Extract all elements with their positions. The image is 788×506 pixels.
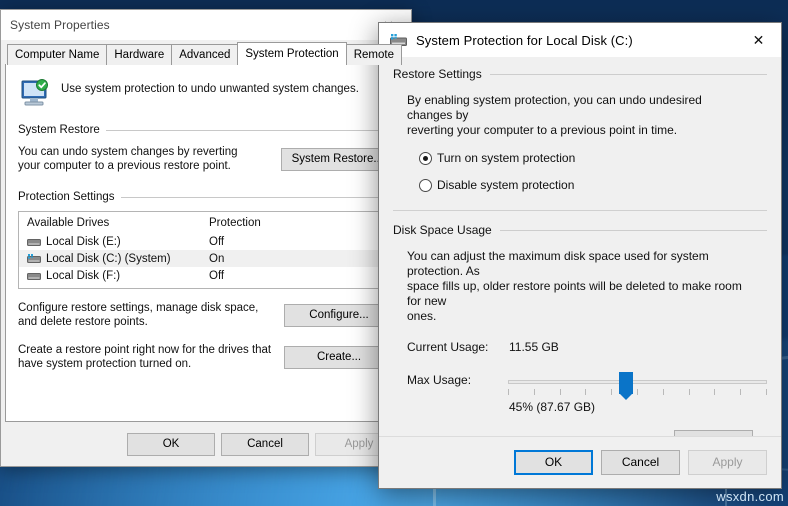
system-drive-icon [27, 253, 41, 264]
group-divider [120, 196, 394, 198]
radio-button-selected-icon[interactable] [419, 151, 432, 165]
disk-space-usage-group-header: Disk Space Usage [393, 223, 767, 237]
disk-space-usage-group-label: Disk Space Usage [393, 223, 492, 237]
tab-remote[interactable]: Remote [345, 44, 402, 65]
system-properties-footer: OK Cancel Apply [127, 433, 403, 456]
disk-space-usage-paragraph-line1: You can adjust the maximum disk space us… [407, 249, 709, 278]
max-usage-slider[interactable] [507, 372, 767, 400]
configure-description: Configure restore settings, manage disk … [18, 301, 258, 329]
ok-button[interactable]: OK [514, 450, 593, 475]
system-protection-dialog: System Protection for Local Disk (C:) ✕ … [378, 22, 782, 489]
available-drives-list[interactable]: Available Drives Protection Local Disk (… [18, 211, 394, 289]
system-restore-description: You can undo system changes by reverting… [18, 145, 238, 173]
create-row: Create a restore point right now for the… [18, 343, 394, 371]
column-header-drives: Available Drives [27, 217, 110, 229]
radio-label: Turn on system protection [437, 151, 576, 165]
drive-protection-value: Off [209, 269, 225, 282]
window-title: System Properties [10, 18, 110, 32]
group-divider [105, 129, 394, 131]
system-restore-button[interactable]: System Restore... [280, 147, 394, 171]
available-drives-header: Available Drives Protection [19, 215, 393, 233]
system-restore-group-header: System Restore [18, 124, 394, 136]
drive-protection-value: Off [209, 235, 225, 248]
drive-icon [27, 271, 41, 281]
group-divider [489, 73, 767, 75]
slider-ticks [507, 389, 767, 395]
system-protection-tab-pane: Use system protection to undo unwanted s… [5, 64, 407, 422]
protection-settings-group: Protection Settings [18, 191, 394, 203]
monitor-shield-icon [18, 78, 52, 110]
tabstrip: Computer Name Hardware Advanced System P… [1, 42, 411, 65]
protection-settings-group-label: Protection Settings [18, 191, 115, 203]
ok-button[interactable]: OK [127, 433, 215, 456]
protection-settings-group-header: Protection Settings [18, 191, 394, 203]
system-properties-window: System Properties ✕ Computer Name Hardwa… [0, 9, 412, 467]
drive-protection-value: On [209, 252, 225, 265]
tab-hardware[interactable]: Hardware [106, 44, 173, 65]
configure-description-line1: Configure restore settings, manage disk … [18, 302, 259, 314]
intro-block: Use system protection to undo unwanted s… [6, 64, 406, 110]
radio-turn-on-system-protection[interactable]: Turn on system protection [419, 151, 767, 165]
restore-settings-paragraph-line1: By enabling system protection, you can u… [407, 93, 702, 122]
restore-settings-group-label: Restore Settings [393, 67, 482, 81]
current-usage-value: 11.55 GB [509, 340, 559, 354]
system-restore-description-line2: your computer to a previous restore poin… [18, 160, 231, 172]
current-usage-row: Current Usage: 11.55 GB [407, 340, 767, 354]
column-header-protection: Protection [209, 217, 261, 229]
tab-system-protection[interactable]: System Protection [237, 42, 347, 65]
apply-button: Apply [688, 450, 767, 475]
drive-icon [27, 237, 41, 247]
restore-settings-paragraph-line2: reverting your computer to a previous po… [407, 123, 678, 137]
current-usage-label: Current Usage: [407, 340, 489, 354]
radio-disable-system-protection[interactable]: Disable system protection [419, 178, 767, 192]
system-properties-titlebar: System Properties ✕ [1, 10, 411, 40]
watermark: wsxdn.com [716, 489, 784, 504]
system-restore-description-line1: You can undo system changes by reverting [18, 146, 238, 158]
system-restore-group: System Restore [18, 124, 394, 136]
dialog-footer: OK Cancel Apply [379, 436, 781, 488]
disk-space-usage-paragraph-line2: space fills up, older restore points wil… [407, 279, 742, 308]
drive-label: Local Disk (E:) [46, 235, 121, 248]
dialog-title: System Protection for Local Disk (C:) [416, 32, 633, 48]
slider-track[interactable] [507, 380, 767, 384]
tab-advanced[interactable]: Advanced [171, 44, 239, 65]
dialog-titlebar: System Protection for Local Disk (C:) ✕ [379, 23, 781, 57]
restore-settings-group-header: Restore Settings [393, 67, 767, 81]
radio-label: Disable system protection [437, 178, 575, 192]
cancel-button[interactable]: Cancel [221, 433, 309, 456]
dialog-body: Restore Settings By enabling system prot… [379, 57, 781, 455]
max-usage-value: 45% (87.67 GB) [509, 400, 596, 414]
max-usage-row: Max Usage: [407, 372, 767, 400]
create-description-line1: Create a restore point right now for the… [18, 344, 272, 356]
cancel-button[interactable]: Cancel [601, 450, 680, 475]
disk-space-usage-paragraph: You can adjust the maximum disk space us… [407, 249, 747, 324]
drive-label: Local Disk (F:) [46, 269, 121, 282]
max-usage-label: Max Usage: [407, 373, 472, 387]
create-description-line2: have system protection turned on. [18, 358, 192, 370]
close-icon[interactable]: ✕ [736, 23, 781, 57]
disk-space-usage-paragraph-line3: ones. [407, 309, 437, 323]
system-restore-group-label: System Restore [18, 124, 100, 136]
tab-computer-name[interactable]: Computer Name [7, 44, 108, 65]
configure-description-line2: and delete restore points. [18, 316, 148, 328]
table-row[interactable]: Local Disk (F:) Off [19, 267, 393, 284]
section-divider [393, 210, 767, 211]
intro-text: Use system protection to undo unwanted s… [61, 83, 359, 95]
table-row[interactable]: Local Disk (E:) Off [19, 233, 393, 250]
drive-label: Local Disk (C:) (System) [46, 252, 171, 265]
system-restore-row: You can undo system changes by reverting… [18, 145, 394, 173]
restore-settings-paragraph: By enabling system protection, you can u… [407, 93, 747, 138]
configure-row: Configure restore settings, manage disk … [18, 301, 394, 329]
group-divider [499, 229, 767, 231]
create-description: Create a restore point right now for the… [18, 343, 271, 371]
radio-button-icon[interactable] [419, 178, 432, 192]
slider-thumb[interactable] [618, 372, 633, 400]
table-row[interactable]: Local Disk (C:) (System) On [19, 250, 393, 267]
